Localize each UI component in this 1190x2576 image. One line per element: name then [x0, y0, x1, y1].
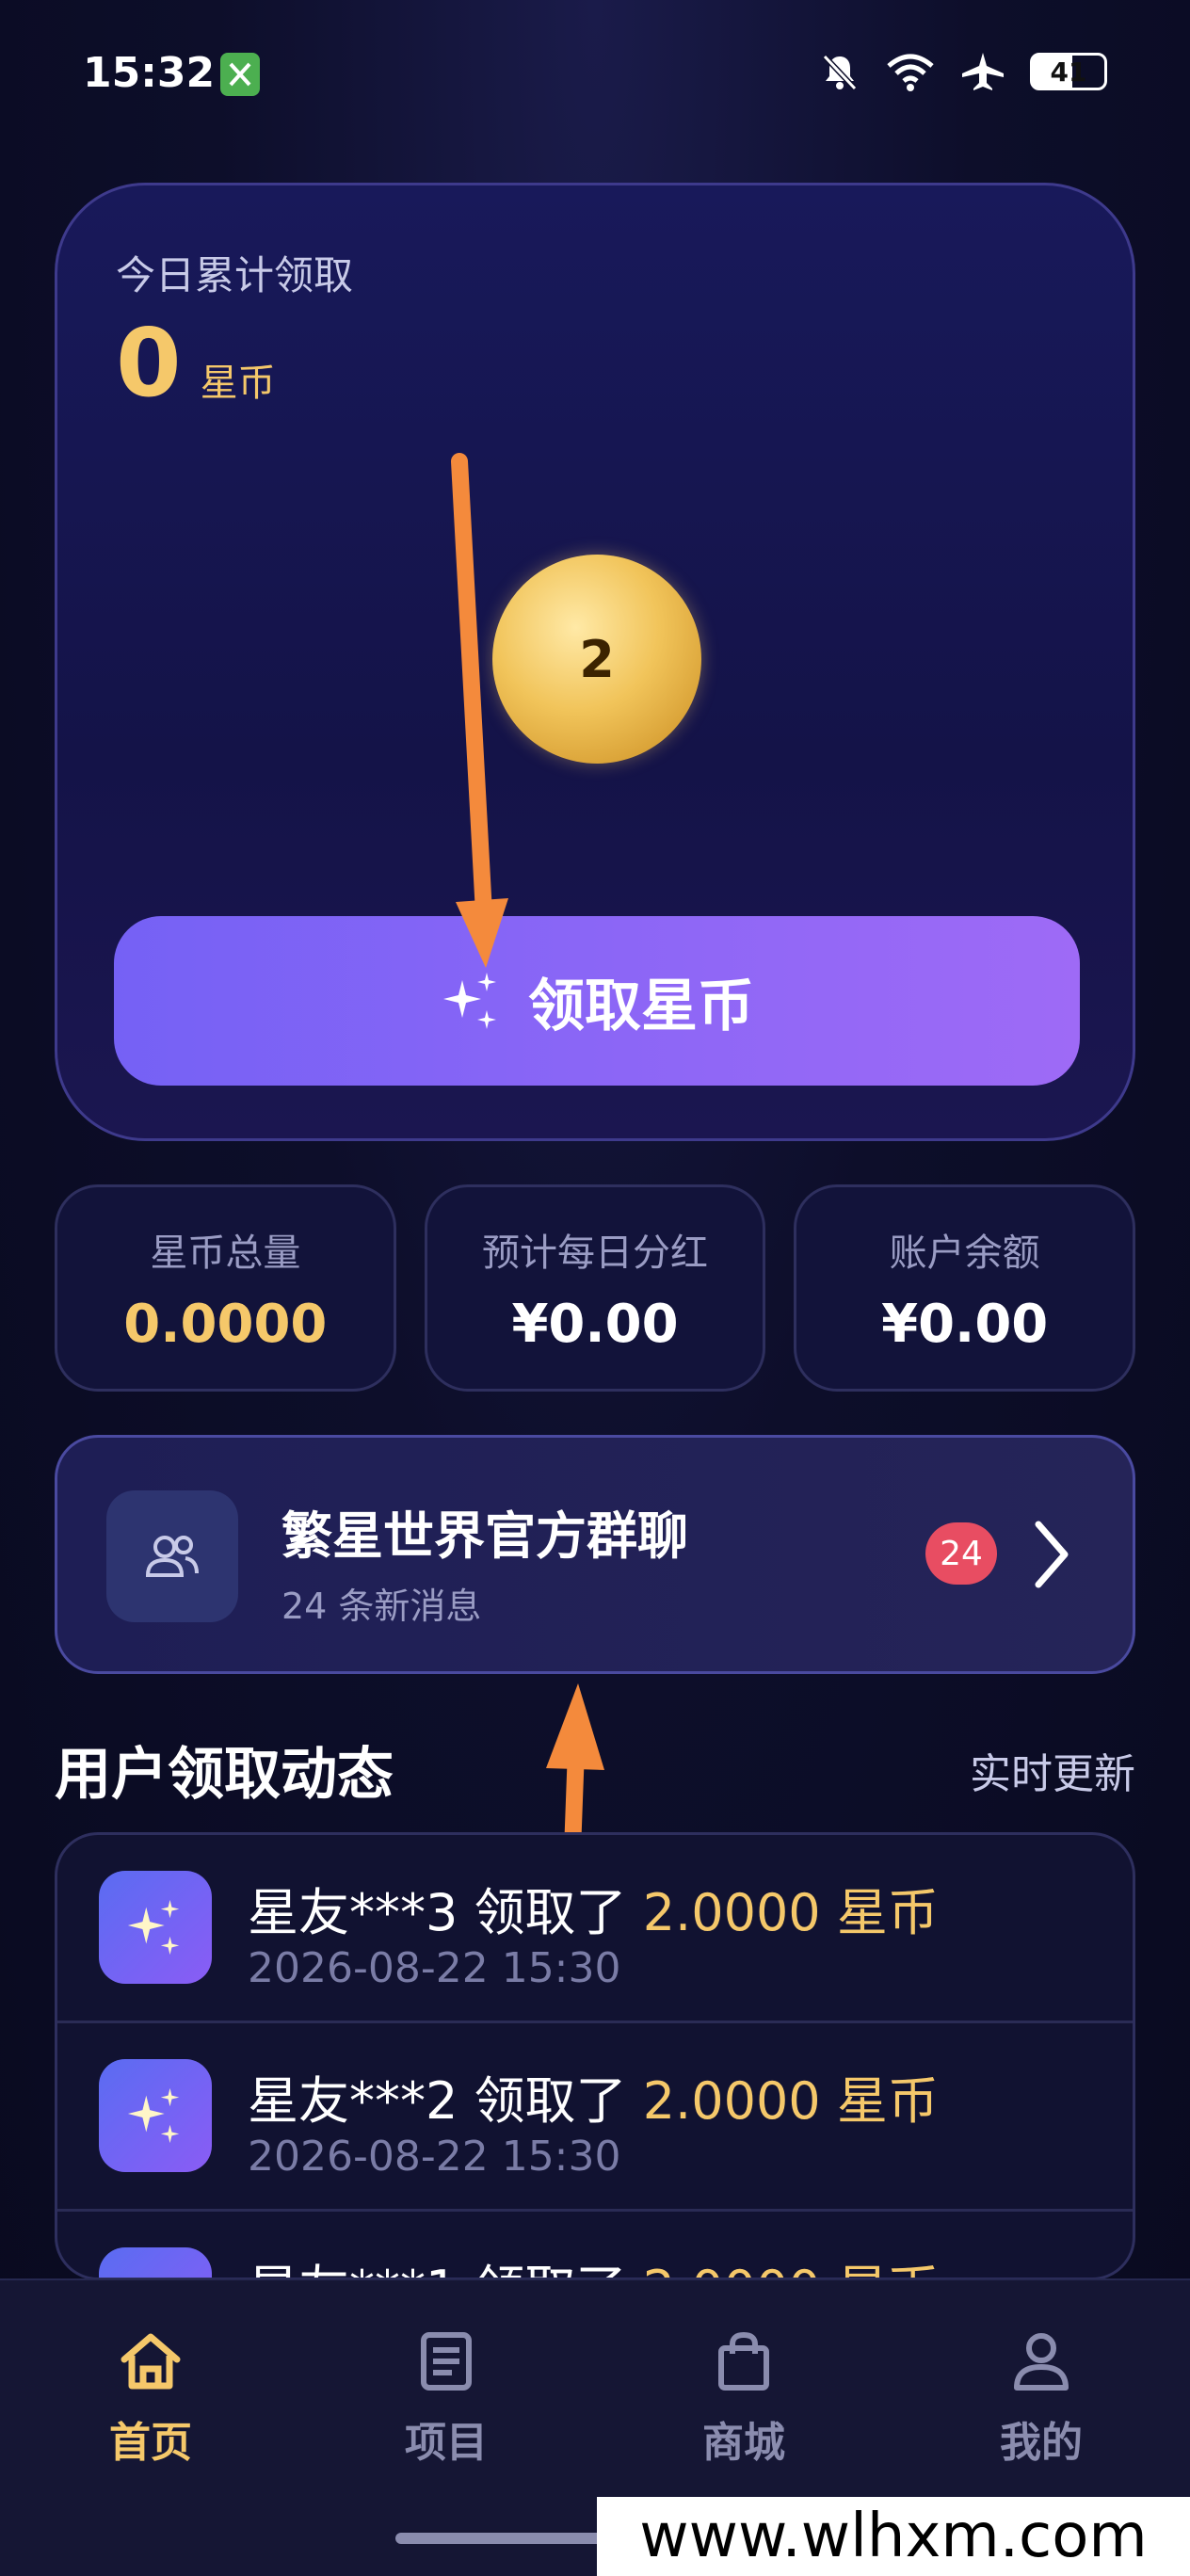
feed-realtime-tag: 实时更新 [970, 1750, 1135, 1798]
star-coin[interactable]: 2 [492, 555, 701, 764]
group-chat-subtitle: 24 条新消息 [281, 1586, 482, 1627]
document-icon [421, 2332, 472, 2391]
feed-amount: 2.0000 星币 [642, 1883, 939, 1942]
stat-label: 预计每日分红 [482, 1231, 708, 1275]
official-group-chat-card[interactable]: 繁星世界官方群聊 24 条新消息 24 [55, 1435, 1135, 1674]
watermark: www.wlhxm.com [597, 2497, 1190, 2576]
claim-coins-button[interactable]: 领取星币 [114, 916, 1080, 1086]
daily-claim-card: 今日累计领取 0 星币 2 领取星币 [55, 183, 1135, 1141]
group-icon [106, 1490, 238, 1622]
battery-indicator: 41 [1030, 53, 1107, 90]
list-item: 星友***1 领取了 2.0000 星币 [57, 2212, 1133, 2278]
stat-total-coins: 星币总量 0.0000 [55, 1184, 396, 1392]
feed-text: 星友***2 领取了 2.0000 星币 [248, 2059, 939, 2133]
daily-claim-value: 0 [116, 308, 182, 418]
tab-label: 首页 [109, 2419, 192, 2467]
feed-amount: 2.0000 星币 [642, 2071, 939, 2131]
feed-user: 星友***2 领取了 [248, 2071, 627, 2131]
tab-profile[interactable]: 我的 [947, 2327, 1135, 2469]
tab-home[interactable]: 首页 [56, 2327, 245, 2469]
list-item: 星友***2 领取了 2.0000 星币 2026-08-22 15:30 [57, 2023, 1133, 2212]
tab-label: 我的 [1000, 2419, 1083, 2467]
feed-user: 星友***3 领取了 [248, 1883, 627, 1942]
daily-claim-label: 今日累计领取 [116, 252, 354, 298]
claim-button-label: 领取星币 [528, 973, 754, 1039]
group-chat-title: 繁星世界官方群聊 [281, 1506, 688, 1566]
feed-time: 2026-08-22 15:30 [248, 2133, 621, 2181]
stat-account-balance: 账户余额 ¥0.00 [794, 1184, 1136, 1392]
unread-badge: 24 [925, 1522, 997, 1585]
daily-claim-amount: 0 星币 [116, 308, 276, 418]
annotation-arrow-down [451, 453, 508, 968]
stat-daily-dividend: 预计每日分红 ¥0.00 [424, 1184, 766, 1392]
feed-amount: 2.0000 星币 [643, 2260, 939, 2278]
mute-icon [822, 54, 858, 91]
wifi-icon [887, 54, 934, 91]
sparkle-icon [99, 1871, 212, 1984]
list-item: 星友***3 领取了 2.0000 星币 2026-08-22 15:30 [57, 1835, 1133, 2023]
sparkle-icon [99, 2059, 212, 2172]
tab-label: 商城 [702, 2419, 785, 2467]
app-notification-icon [220, 53, 260, 96]
feed-text: 星友***3 领取了 2.0000 星币 [248, 1871, 939, 1945]
feed-time: 2026-08-22 15:30 [248, 1944, 621, 1992]
sparkle-icon [99, 2247, 212, 2278]
chevron-right-icon [1035, 1521, 1069, 1588]
stat-label: 星币总量 [150, 1231, 301, 1275]
stats-row: 星币总量 0.0000 预计每日分红 ¥0.00 账户余额 ¥0.00 [55, 1184, 1136, 1392]
status-icons: 41 [819, 51, 1107, 92]
stat-value: ¥0.00 [881, 1293, 1049, 1355]
status-time: 15:32 [83, 49, 216, 97]
daily-claim-unit: 星币 [200, 362, 276, 405]
feed-title: 用户领取动态 [55, 1742, 394, 1808]
airplane-icon [962, 53, 1004, 90]
feed-text: 星友***1 领取了 2.0000 星币 [248, 2247, 939, 2278]
stat-label: 账户余额 [889, 1231, 1040, 1275]
shopping-bag-icon [718, 2331, 769, 2391]
feed-user: 星友***1 领取了 [248, 2260, 627, 2278]
tab-projects[interactable]: 项目 [352, 2327, 540, 2469]
tab-mall[interactable]: 商城 [650, 2327, 838, 2469]
stat-value: 0.0000 [123, 1293, 328, 1355]
stat-value: ¥0.00 [511, 1293, 679, 1355]
status-bar: 15:32 41 [0, 0, 1190, 151]
claim-feed-list: 星友***3 领取了 2.0000 星币 2026-08-22 15:30 星友… [55, 1832, 1135, 2280]
tab-label: 项目 [405, 2419, 488, 2467]
user-icon [1014, 2333, 1069, 2391]
home-icon [121, 2333, 181, 2390]
